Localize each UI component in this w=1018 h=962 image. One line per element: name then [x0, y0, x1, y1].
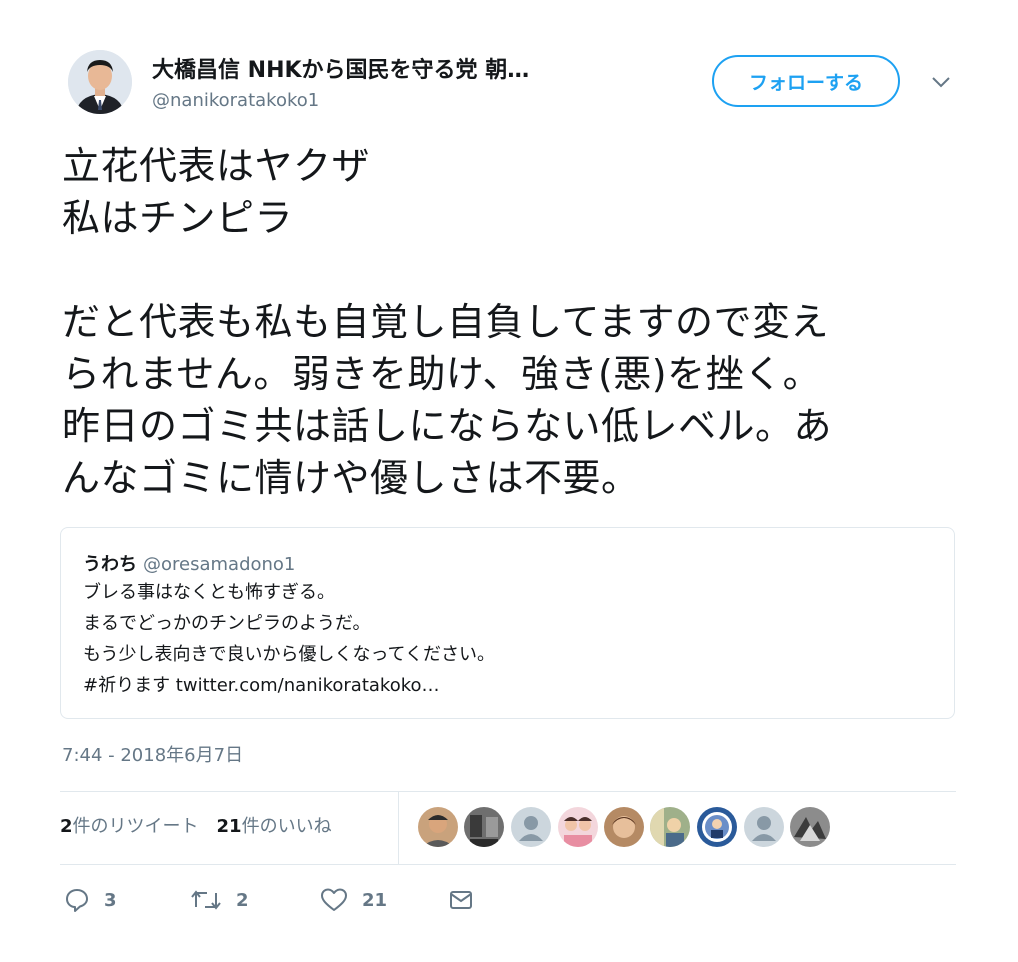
quoted-tweet-line: もう少し表向きで良いから優しくなってください。 — [83, 644, 496, 665]
retweets-count: 2 — [60, 816, 73, 837]
liker-avatar[interactable] — [790, 807, 830, 847]
retweet-count: 2 — [236, 889, 249, 911]
stats-divider — [398, 792, 399, 864]
quoted-tweet-header: うわち @oresamadono1 — [83, 550, 295, 576]
direct-message-button[interactable] — [448, 886, 488, 914]
reply-count: 3 — [104, 889, 117, 911]
liker-avatar[interactable] — [464, 807, 504, 847]
retweets-stat[interactable]: 2件のリツイート — [60, 816, 199, 837]
author-handle[interactable]: @nanikoratakoko1 — [152, 90, 319, 111]
reply-icon — [66, 889, 88, 912]
quoted-tweet-line: まるでどっかのチンピラのようだ。 — [83, 613, 371, 634]
retweet-button[interactable]: 2 — [190, 886, 249, 914]
liker-avatar[interactable] — [604, 807, 644, 847]
quoted-author-handle: @oresamadono1 — [143, 554, 296, 575]
divider — [60, 791, 956, 792]
heart-icon — [321, 888, 347, 911]
retweets-label: 件のリツイート — [72, 816, 199, 837]
reply-button[interactable]: 3 — [64, 886, 117, 914]
tweet-text: 立花代表はヤクザ 私はチンピラ だと代表も私も自覚し自負してますので変え られま… — [62, 144, 833, 500]
like-button[interactable]: 21 — [320, 886, 387, 914]
liker-avatar[interactable] — [418, 807, 458, 847]
likes-count: 21 — [216, 816, 242, 837]
quoted-tweet[interactable]: うわち @oresamadono1 ブレる事はなくとも怖すぎる。 まるでどっかのチ… — [60, 527, 955, 719]
divider — [60, 864, 956, 865]
mail-icon — [450, 891, 472, 909]
author-name[interactable]: 大橋昌信 NHKから国民を守る党 朝… — [152, 52, 529, 84]
likes-stat[interactable]: 21件のいいね — [217, 816, 332, 837]
engagement-stats: 2件のリツイート 21件のいいね — [60, 812, 332, 838]
retweet-icon — [191, 890, 221, 910]
quoted-tweet-line: ブレる事はなくとも怖すぎる。 — [83, 582, 335, 603]
liker-avatar-default[interactable] — [511, 807, 551, 847]
liker-avatar-default[interactable] — [744, 807, 784, 847]
author-avatar[interactable] — [68, 50, 132, 114]
follow-button[interactable]: フォローする — [712, 55, 900, 107]
liker-avatar[interactable] — [558, 807, 598, 847]
liker-avatar[interactable] — [697, 807, 737, 847]
quoted-author-name: うわち — [83, 554, 137, 575]
likes-label: 件のいいね — [241, 816, 332, 837]
quoted-tweet-link-line[interactable]: #祈ります twitter.com/nanikoratakoko… — [83, 671, 440, 697]
liker-avatar[interactable] — [650, 807, 690, 847]
tweet-timestamp[interactable]: 7:44 - 2018年6月7日 — [62, 741, 243, 767]
caret-down-icon[interactable] — [930, 74, 952, 88]
like-count: 21 — [362, 889, 388, 911]
